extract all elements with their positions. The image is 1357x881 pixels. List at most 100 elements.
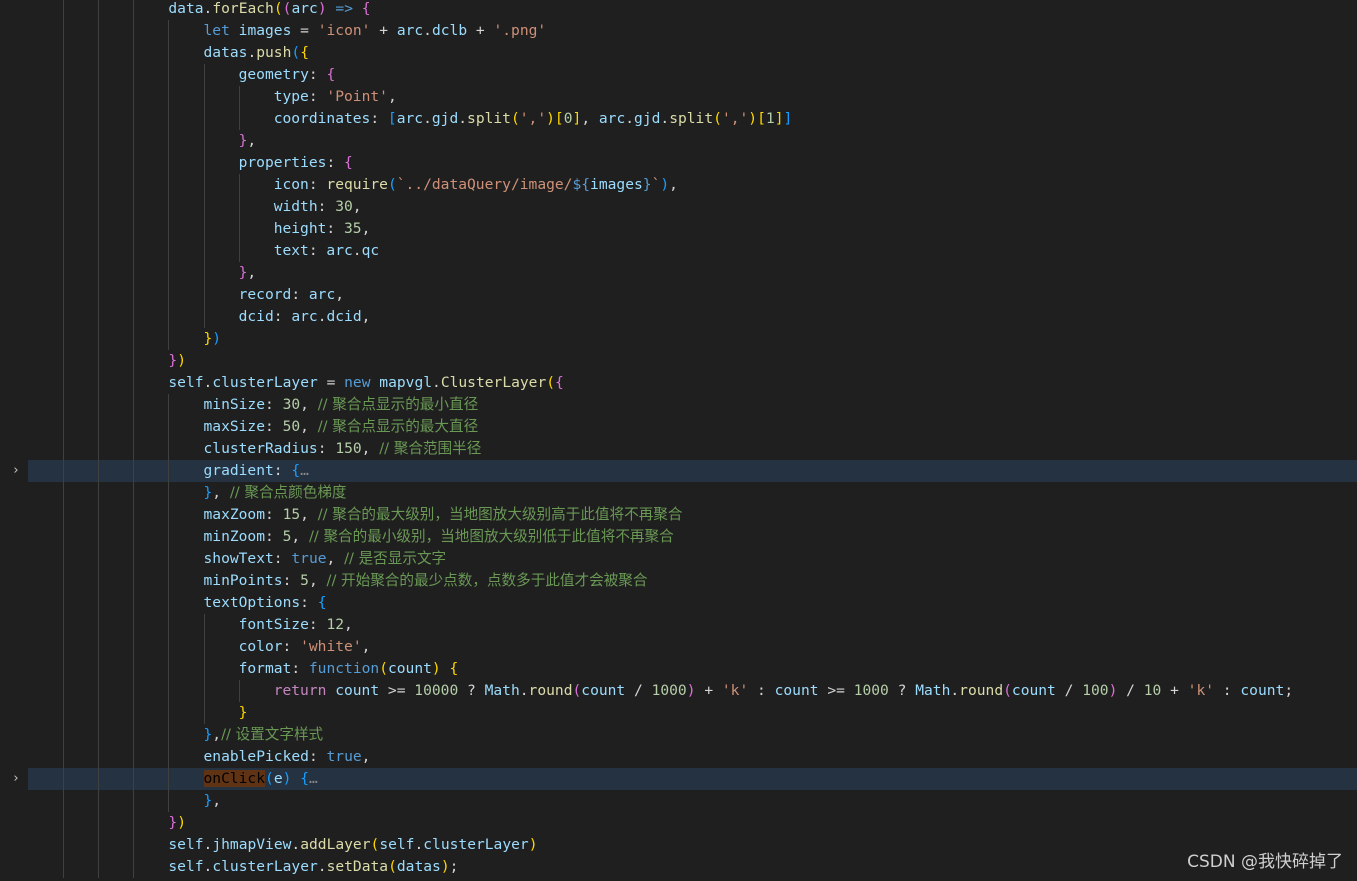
indent-guide bbox=[168, 108, 170, 130]
code-line[interactable]: }, bbox=[28, 790, 1357, 812]
code-token: ) bbox=[546, 110, 555, 127]
code-line[interactable]: height: 35, bbox=[28, 218, 1357, 240]
code-token: format bbox=[238, 660, 292, 677]
code-line[interactable]: textOptions: { bbox=[28, 592, 1357, 614]
code-line[interactable]: }) bbox=[28, 350, 1357, 372]
code-area[interactable]: data.forEach((arc) => {let images = 'ico… bbox=[28, 0, 1357, 881]
code-line[interactable]: text: arc.qc bbox=[28, 240, 1357, 262]
indent-guide bbox=[238, 108, 240, 130]
code-line[interactable]: }, bbox=[28, 130, 1357, 152]
code-token: { bbox=[555, 374, 564, 391]
chevron-right-icon[interactable]: › bbox=[9, 768, 23, 790]
code-token: ',' bbox=[721, 110, 749, 127]
indent-guide bbox=[133, 614, 135, 636]
indent-guide bbox=[63, 152, 65, 174]
code-line[interactable]: let images = 'icon' + arc.dclb + '.png' bbox=[28, 20, 1357, 42]
code-token: gradient bbox=[203, 462, 274, 479]
code-token: >= bbox=[818, 682, 854, 699]
indent-guide bbox=[63, 658, 65, 680]
indent-guide bbox=[168, 394, 170, 416]
code-token: dclb bbox=[431, 22, 468, 39]
code-token: clusterLayer bbox=[423, 836, 529, 853]
code-token: => bbox=[335, 0, 353, 17]
code-token: , bbox=[387, 88, 397, 105]
indent-guide bbox=[63, 636, 65, 658]
code-line[interactable]: }) bbox=[28, 812, 1357, 834]
code-editor[interactable]: › › data.forEach((arc) => {let images = '… bbox=[0, 0, 1357, 881]
indent-guide bbox=[168, 570, 170, 592]
code-token: } bbox=[168, 814, 178, 831]
code-token: , bbox=[669, 176, 678, 193]
code-line[interactable]: }, // 聚合点颜色梯度 bbox=[28, 482, 1357, 504]
indent-guide bbox=[238, 196, 240, 218]
code-line[interactable]: } bbox=[28, 702, 1357, 724]
code-token: { bbox=[326, 66, 336, 83]
code-token: type bbox=[273, 88, 309, 105]
code-line[interactable]: width: 30, bbox=[28, 196, 1357, 218]
code-token: ( bbox=[273, 0, 283, 17]
code-token: ${ bbox=[572, 176, 591, 193]
code-token: 15 bbox=[282, 506, 301, 523]
code-token: { bbox=[361, 0, 371, 17]
code-token: ) bbox=[748, 110, 758, 127]
code-token: ( bbox=[379, 660, 388, 677]
code-line[interactable]: icon: require(`../dataQuery/image/${imag… bbox=[28, 174, 1357, 196]
code-line[interactable]: gradient: {… bbox=[28, 460, 1357, 482]
code-line[interactable]: onClick(e) {… bbox=[28, 768, 1357, 790]
code-token: : bbox=[291, 660, 309, 677]
code-line[interactable]: datas.push({ bbox=[28, 42, 1357, 64]
code-line[interactable]: data.forEach((arc) => { bbox=[28, 0, 1357, 20]
code-line[interactable]: showText: true, // 是否显示文字 bbox=[28, 548, 1357, 570]
code-line[interactable]: self.clusterLayer = new mapvgl.ClusterLa… bbox=[28, 372, 1357, 394]
code-line-text: } bbox=[239, 702, 248, 724]
code-line-text: minPoints: 5, // 开始聚合的最少点数，点数多于此值才会被聚合 bbox=[204, 570, 648, 592]
code-line[interactable]: minSize: 30, // 聚合点显示的最小直径 bbox=[28, 394, 1357, 416]
code-line[interactable]: minZoom: 5, // 聚合的最小级别，当地图放大级别低于此值将不再聚合 bbox=[28, 526, 1357, 548]
code-token: require bbox=[326, 176, 388, 193]
code-line[interactable]: return count >= 10000 ? Math.round(count… bbox=[28, 680, 1357, 702]
code-line[interactable]: },// 设置文字样式 bbox=[28, 724, 1357, 746]
indent-guide bbox=[133, 394, 135, 416]
indent-guide bbox=[203, 86, 205, 108]
code-line[interactable]: dcid: arc.dcid, bbox=[28, 306, 1357, 328]
code-line[interactable]: record: arc, bbox=[28, 284, 1357, 306]
code-line[interactable]: enablePicked: true, bbox=[28, 746, 1357, 768]
code-line[interactable]: type: 'Point', bbox=[28, 86, 1357, 108]
code-token: geometry bbox=[238, 66, 309, 83]
indent-guide bbox=[133, 350, 135, 372]
indent-guide bbox=[63, 702, 65, 724]
code-line[interactable]: color: 'white', bbox=[28, 636, 1357, 658]
chevron-right-icon[interactable]: › bbox=[9, 460, 23, 482]
code-line[interactable]: properties: { bbox=[28, 152, 1357, 174]
indent-guide bbox=[63, 504, 65, 526]
code-token: split bbox=[467, 110, 511, 127]
code-line[interactable]: self.clusterLayer.setData(datas); bbox=[28, 856, 1357, 878]
code-line[interactable]: self.jhmapView.addLayer(self.clusterLaye… bbox=[28, 834, 1357, 856]
code-token: onClick bbox=[203, 770, 266, 787]
indent-guide bbox=[133, 438, 135, 460]
code-line[interactable]: format: function(count) { bbox=[28, 658, 1357, 680]
code-line[interactable]: }) bbox=[28, 328, 1357, 350]
indent-guide bbox=[63, 130, 65, 152]
code-line[interactable]: clusterRadius: 150, // 聚合范围半径 bbox=[28, 438, 1357, 460]
code-line[interactable]: geometry: { bbox=[28, 64, 1357, 86]
code-token: . bbox=[414, 836, 424, 853]
code-line[interactable]: }, bbox=[28, 262, 1357, 284]
indent-guide bbox=[133, 284, 135, 306]
indent-guide bbox=[203, 218, 205, 240]
code-token: ; bbox=[1284, 682, 1294, 699]
code-token: . bbox=[660, 110, 670, 127]
code-token: ( bbox=[1003, 682, 1012, 699]
code-token: = bbox=[291, 22, 318, 39]
code-token: + bbox=[467, 22, 494, 39]
code-line[interactable]: coordinates: [arc.gjd.split(',')[0], arc… bbox=[28, 108, 1357, 130]
indent-guide bbox=[98, 20, 100, 42]
code-line[interactable]: maxZoom: 15, // 聚合的最大级别，当地图放大级别高于此值将不再聚合 bbox=[28, 504, 1357, 526]
code-line[interactable]: minPoints: 5, // 开始聚合的最少点数，点数多于此值才会被聚合 bbox=[28, 570, 1357, 592]
code-line[interactable]: maxSize: 50, // 聚合点显示的最大直径 bbox=[28, 416, 1357, 438]
indent-guide bbox=[168, 460, 170, 482]
code-line[interactable]: fontSize: 12, bbox=[28, 614, 1357, 636]
code-token: count bbox=[387, 660, 432, 677]
indent-guide bbox=[133, 306, 135, 328]
indent-guide bbox=[168, 284, 170, 306]
